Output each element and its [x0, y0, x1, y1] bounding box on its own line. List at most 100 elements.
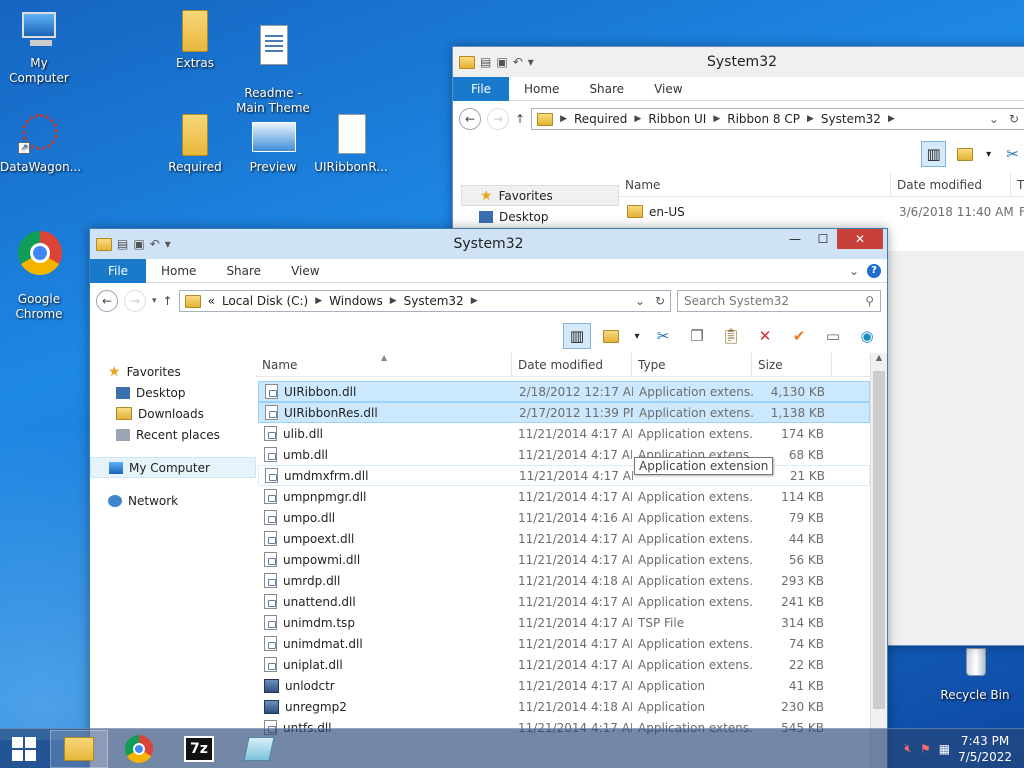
properties-icon[interactable]: ▤: [117, 237, 128, 251]
breadcrumb-ribbon-ui[interactable]: Ribbon UI: [648, 112, 706, 126]
column-date-modified[interactable]: Date modified: [512, 352, 632, 377]
undo-icon[interactable]: ↶: [513, 55, 523, 69]
table-row[interactable]: unlodctr 11/21/2014 4:17 AM Application 41 …: [258, 675, 870, 696]
close-button[interactable]: ✕: [837, 229, 883, 249]
nav-favorites[interactable]: ★ Favorites: [90, 361, 256, 382]
tab-home[interactable]: Home: [509, 82, 574, 96]
scroll-up-icon[interactable]: ▲: [871, 353, 887, 367]
chevron-down-icon[interactable]: ▾: [631, 323, 643, 349]
tab-view[interactable]: View: [276, 264, 334, 278]
up-icon[interactable]: ↑: [515, 112, 525, 126]
table-row[interactable]: umb.dll 11/21/2014 4:17 AM Application ext…: [258, 444, 870, 465]
tab-view[interactable]: View: [639, 82, 697, 96]
forward-button[interactable]: →: [124, 290, 146, 312]
desktop-icon-datawagon[interactable]: ↗ DataWagon...: [0, 112, 81, 175]
table-row[interactable]: uniplat.dll 11/21/2014 4:17 AM Application…: [258, 654, 870, 675]
shell-icon[interactable]: ◉: [853, 323, 881, 349]
expand-ribbon-icon[interactable]: ⌄: [849, 264, 859, 278]
chevron-down-icon[interactable]: ⌄: [989, 112, 999, 126]
tab-file[interactable]: File: [453, 76, 509, 101]
table-row[interactable]: umpoext.dll 11/21/2014 4:17 AM Application…: [258, 528, 870, 549]
table-row[interactable]: unregmp2 11/21/2014 4:18 AM Application 230…: [258, 696, 870, 717]
breadcrumb-system32[interactable]: System32: [821, 112, 881, 126]
column-name[interactable]: Name: [619, 172, 891, 197]
table-row[interactable]: UIRibbon.dll 2/18/2012 12:17 AM Applicatio…: [258, 381, 870, 402]
preview-pane-icon[interactable]: ▥: [921, 141, 947, 167]
preview-pane-icon[interactable]: ▥: [563, 323, 591, 349]
recent-locations-icon[interactable]: ▾: [152, 296, 157, 306]
desktop-icon-recycle-bin[interactable]: Recycle Bin: [936, 640, 1014, 703]
desktop-icon-chrome[interactable]: Google Chrome: [0, 214, 78, 322]
breadcrumb-ribbon-8-cp[interactable]: Ribbon 8 CP: [727, 112, 800, 126]
nav-desktop[interactable]: Desktop: [453, 206, 619, 227]
breadcrumb-overflow[interactable]: «: [208, 294, 215, 308]
network-tray-icon[interactable]: ▦: [939, 742, 950, 756]
properties-icon[interactable]: ▤: [480, 55, 491, 69]
chevron-down-icon[interactable]: ▾: [983, 141, 994, 167]
desktop-icon-required[interactable]: Required: [156, 112, 234, 175]
volume-muted-icon[interactable]: 🔇︎: [904, 741, 912, 756]
nav-favorites[interactable]: ★ Favorites: [461, 185, 619, 206]
taskbar-notepad-button[interactable]: [230, 730, 288, 768]
action-center-icon[interactable]: ⚑: [920, 742, 931, 756]
column-size[interactable]: Size: [752, 352, 832, 377]
desktop-icon-readme[interactable]: Readme - Main Theme: [234, 8, 312, 116]
breadcrumb-windows[interactable]: Windows: [329, 294, 383, 308]
forward-button[interactable]: →: [487, 108, 509, 130]
back-button[interactable]: ←: [96, 290, 118, 312]
taskbar-explorer-button[interactable]: [50, 729, 108, 768]
column-type[interactable]: Type: [632, 352, 752, 377]
desktop-icon-uiribbonr[interactable]: UIRibbonR...: [312, 112, 390, 175]
nav-desktop[interactable]: Desktop: [90, 382, 256, 403]
desktop-icon-my-computer[interactable]: My Computer: [0, 8, 78, 86]
chevron-down-icon[interactable]: ▾: [165, 237, 171, 251]
title-bar[interactable]: ▤ ▣ ↶ ▾ System32 — ☐ ✕: [90, 229, 887, 259]
copy-icon[interactable]: ❐: [683, 323, 711, 349]
nav-recent-places[interactable]: Recent places: [90, 424, 256, 445]
minimize-button[interactable]: —: [781, 229, 809, 249]
rename-icon[interactable]: ▭: [819, 323, 847, 349]
cut-icon[interactable]: ✂: [649, 323, 677, 349]
table-row[interactable]: unimdm.tsp 11/21/2014 4:17 AM TSP File 314 …: [258, 612, 870, 633]
tab-share[interactable]: Share: [574, 82, 639, 96]
title-bar[interactable]: ▤ ▣ ↶ ▾ System32: [453, 47, 1024, 77]
table-row[interactable]: unattend.dll 11/21/2014 4:17 AM Applicatio…: [258, 591, 870, 612]
refresh-icon[interactable]: ↻: [655, 294, 665, 308]
nav-downloads[interactable]: Downloads: [90, 403, 256, 424]
up-icon[interactable]: ↑: [163, 294, 173, 308]
folder-options-icon[interactable]: [952, 141, 977, 167]
tab-file[interactable]: File: [90, 258, 146, 283]
start-button[interactable]: [0, 729, 48, 768]
nav-network[interactable]: Network: [90, 490, 256, 511]
breadcrumb-system32[interactable]: System32: [404, 294, 464, 308]
breadcrumb-required[interactable]: Required: [574, 112, 627, 126]
address-bar[interactable]: « Local Disk (C:) ▶ Windows ▶ System32 ▶…: [178, 290, 671, 312]
new-folder-icon[interactable]: ▣: [496, 55, 507, 69]
help-icon[interactable]: ?: [867, 263, 881, 278]
table-row[interactable]: ulib.dll 11/21/2014 4:17 AM Application ex…: [258, 423, 870, 444]
table-row[interactable]: umdmxfrm.dll 11/21/2014 4:17 AM 21 KB: [258, 465, 870, 486]
search-input[interactable]: Search System32 ⚲: [677, 290, 881, 312]
undo-icon[interactable]: ↶: [150, 237, 160, 251]
scrollbar-thumb[interactable]: [873, 371, 885, 709]
tab-share[interactable]: Share: [211, 264, 276, 278]
taskbar-chrome-button[interactable]: [110, 730, 168, 768]
cut-icon[interactable]: ✂: [1000, 141, 1024, 167]
chevron-down-icon[interactable]: ⌄: [635, 294, 645, 308]
clock[interactable]: 7:43 PM 7/5/2022: [958, 733, 1012, 765]
table-row[interactable]: unimdmat.dll 11/21/2014 4:17 AM Applicatio…: [258, 633, 870, 654]
new-folder-icon[interactable]: ▣: [133, 237, 144, 251]
table-row[interactable]: umpowmi.dll 11/21/2014 4:17 AM Application…: [258, 549, 870, 570]
delete-icon[interactable]: ✕: [751, 323, 779, 349]
back-button[interactable]: ←: [459, 108, 481, 130]
address-bar[interactable]: ▶ Required ▶ Ribbon UI ▶ Ribbon 8 CP ▶ S…: [531, 108, 1024, 130]
table-row[interactable]: UIRibbonRes.dll 2/17/2012 11:39 PM Applica…: [258, 402, 870, 423]
paste-icon[interactable]: 📋︎: [717, 323, 745, 349]
folder-options-icon[interactable]: [597, 323, 625, 349]
chevron-down-icon[interactable]: ▾: [528, 55, 534, 69]
taskbar-7zip-button[interactable]: 7z: [170, 730, 228, 768]
desktop-icon-extras[interactable]: Extras: [156, 8, 234, 71]
list-item[interactable]: en-US 3/6/2018 11:40 AM F: [621, 201, 1024, 222]
maximize-button[interactable]: ☐: [809, 229, 837, 249]
nav-my-computer[interactable]: My Computer: [90, 457, 256, 478]
